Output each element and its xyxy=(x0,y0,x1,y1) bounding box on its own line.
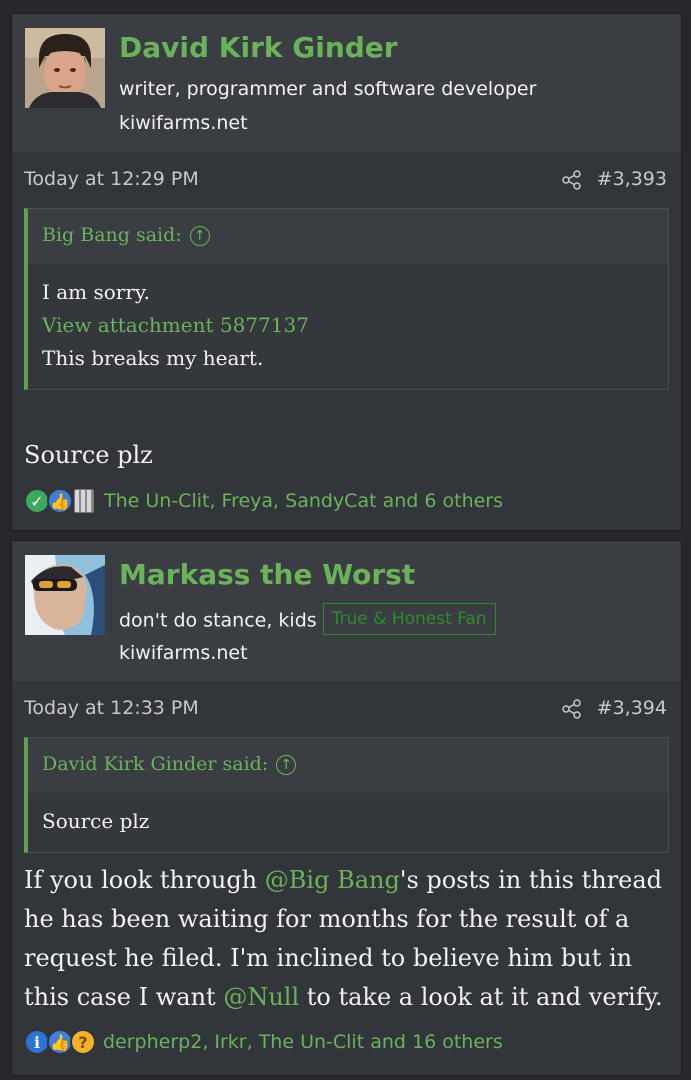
post-message: If you look through @Big Bang's posts in… xyxy=(12,853,681,1017)
user-site: kiwifarms.net xyxy=(119,112,248,134)
thinking-icon: ? xyxy=(70,1029,96,1055)
user-title-row: don't do stance, kids True & Honest Fan xyxy=(119,603,496,637)
message-text: If you look through xyxy=(24,866,265,894)
quote-line: I am sorry. xyxy=(42,280,150,304)
quote-body: I am sorry. View attachment 5877137 This… xyxy=(28,264,668,389)
post-3393: David Kirk Ginder writer, programmer and… xyxy=(11,13,682,531)
quote-header[interactable]: David Kirk Ginder said: ↑ xyxy=(28,738,668,793)
mention-link[interactable]: @Null xyxy=(223,983,299,1011)
post-date[interactable]: Today at 12:33 PM xyxy=(24,697,199,719)
username[interactable]: Markass the Worst xyxy=(119,558,415,591)
message-text: to take a look at it and verify. xyxy=(299,983,663,1011)
quote-author[interactable]: David Kirk Ginder said: xyxy=(42,753,268,775)
post-date[interactable]: Today at 12:29 PM xyxy=(24,168,199,190)
user-title: don't do stance, kids xyxy=(119,609,317,632)
user-title: writer, programmer and software develope… xyxy=(119,78,537,100)
thumbs-up-icon: 👍 xyxy=(47,488,73,514)
share-icon[interactable] xyxy=(561,169,583,191)
post-number[interactable]: #3,393 xyxy=(597,168,667,190)
reactions-text[interactable]: derpherp2, Irkr, The Un-Clit and 16 othe… xyxy=(103,1031,503,1053)
attachment-link[interactable]: View attachment 5877137 xyxy=(42,309,654,342)
post-number[interactable]: #3,394 xyxy=(597,697,667,719)
reactions-bar[interactable]: ✓ 👍 The Un-Clit, Freya, SandyCat and 6 o… xyxy=(24,486,503,516)
quote-line: This breaks my heart. xyxy=(42,346,264,370)
username[interactable]: David Kirk Ginder xyxy=(119,31,398,64)
post-3394: Markass the Worst don't do stance, kids T… xyxy=(11,540,682,1076)
reactions-text[interactable]: The Un-Clit, Freya, SandyCat and 6 other… xyxy=(104,490,503,512)
jump-up-icon[interactable]: ↑ xyxy=(276,755,297,775)
post-message: Source plz xyxy=(24,441,153,469)
quote-block: David Kirk Ginder said: ↑ Source plz xyxy=(24,737,669,853)
quote-header[interactable]: Big Bang said: ↑ xyxy=(28,209,668,264)
mention-link[interactable]: @Big Bang xyxy=(265,866,400,894)
share-icon[interactable] xyxy=(561,698,583,720)
avatar[interactable] xyxy=(25,28,105,108)
user-header: Markass the Worst don't do stance, kids T… xyxy=(12,541,681,681)
post-meta: Today at 12:29 PM #3,393 xyxy=(12,152,681,208)
post-meta: Today at 12:33 PM #3,394 xyxy=(12,681,681,737)
fence-icon xyxy=(74,489,94,513)
user-site: kiwifarms.net xyxy=(119,642,248,664)
user-badge: True & Honest Fan xyxy=(322,603,496,635)
jump-up-icon[interactable]: ↑ xyxy=(189,226,210,246)
quote-author[interactable]: Big Bang said: xyxy=(42,224,182,246)
user-header: David Kirk Ginder writer, programmer and… xyxy=(12,14,681,152)
avatar[interactable] xyxy=(25,555,105,635)
quote-body: Source plz xyxy=(28,793,668,852)
quote-block: Big Bang said: ↑ I am sorry. View attachm… xyxy=(24,208,669,390)
reactions-bar[interactable]: i 👍 ? derpherp2, Irkr, The Un-Clit and 1… xyxy=(24,1027,503,1057)
quote-line: Source plz xyxy=(42,809,150,833)
